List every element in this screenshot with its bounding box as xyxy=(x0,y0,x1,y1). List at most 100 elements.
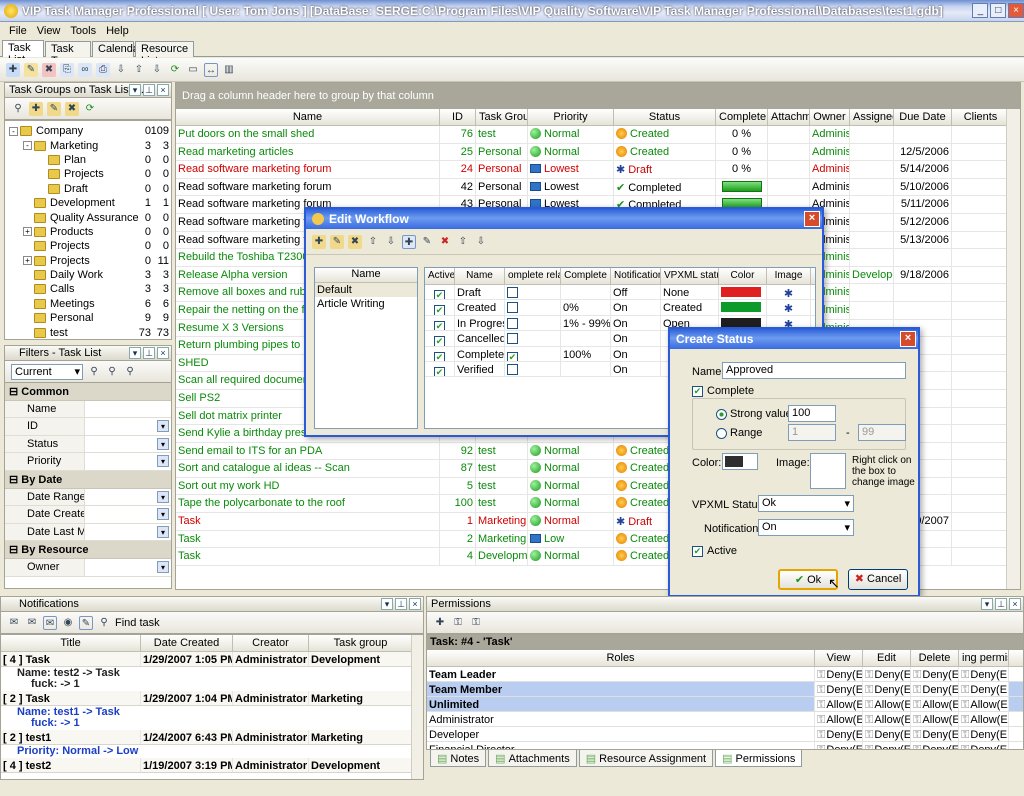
filter-row-value[interactable]: ▾ xyxy=(85,453,171,470)
grid-col-due-date[interactable]: Due Date xyxy=(894,109,952,125)
related-check-icon[interactable] xyxy=(507,363,518,375)
cancel-button[interactable]: ✖ Cancel xyxy=(848,569,908,590)
perm-value[interactable]: ⚿Allow(E xyxy=(959,712,1009,726)
perm-value[interactable]: ⚿Deny(E xyxy=(911,742,959,749)
status-image-box[interactable] xyxy=(810,453,846,489)
wf-related[interactable] xyxy=(505,300,561,315)
tab-permissions[interactable]: ▤ Permissions xyxy=(715,750,803,767)
group-filter-icon[interactable]: ⚲ xyxy=(11,102,25,116)
wf-active[interactable]: ✔ xyxy=(425,285,455,300)
filter-row[interactable]: Date Created ▾ xyxy=(5,506,171,524)
perm-value[interactable]: ⚿Deny(E xyxy=(959,727,1009,741)
related-check-icon[interactable] xyxy=(507,333,518,345)
range-to-input[interactable]: 99 xyxy=(858,424,906,441)
active-checkbox[interactable]: ✔ Active xyxy=(692,545,737,557)
perm-value[interactable]: ⚿Deny(E xyxy=(863,667,911,681)
edit-task-icon[interactable]: ✎ xyxy=(24,62,38,77)
permission-row[interactable]: Team Leader ⚿Deny(E ⚿Deny(E ⚿Deny(E ⚿Deny(E xyxy=(427,667,1023,682)
tab-task-list[interactable]: Task List xyxy=(2,40,44,66)
vpxml-select[interactable]: Ok ▾ xyxy=(758,495,854,512)
filters-close-icon[interactable]: × xyxy=(157,347,169,359)
active-check-icon[interactable]: ✔ xyxy=(434,351,445,361)
add-status-icon[interactable]: ✚ xyxy=(402,234,416,249)
tree-item[interactable]: - Marketing 3 3 xyxy=(5,138,171,152)
perm-col[interactable]: View xyxy=(815,650,863,666)
perm-value[interactable]: ⚿Deny(E xyxy=(815,727,863,741)
grid-col-complete[interactable]: Complete xyxy=(716,109,768,125)
find-task-icon[interactable]: ⚲ xyxy=(97,616,111,630)
strong-value-radio[interactable]: Strong value xyxy=(716,408,792,420)
notification-row[interactable]: [ 4 ] Task 1/29/2007 1:05 PM Administrator… xyxy=(1,652,423,667)
grid-col-name[interactable]: Name xyxy=(176,109,440,125)
filter-dropdown-icon[interactable]: ▾ xyxy=(157,490,169,503)
perm-value[interactable]: ⚿Deny(E xyxy=(911,667,959,681)
filter-row-value[interactable]: ▾ xyxy=(85,489,171,506)
apply-filter-icon[interactable]: ⚲ xyxy=(87,365,101,379)
active-check-icon[interactable]: ✔ xyxy=(434,320,445,331)
table-row[interactable]: Read software marketing forum 24 Personal L… xyxy=(176,161,1020,179)
filter-dropdown-icon[interactable]: ▾ xyxy=(157,420,169,433)
edit-group-icon[interactable]: ✎ xyxy=(47,101,61,116)
clear-filter-icon[interactable]: ⚲ xyxy=(123,365,137,379)
filter-row[interactable]: Date Last Moc ▾ xyxy=(5,523,171,542)
refresh-icon[interactable]: ⟳ xyxy=(168,63,182,77)
perm-col[interactable]: ing permiss xyxy=(959,650,1009,666)
expander-icon[interactable]: + xyxy=(23,227,32,237)
menu-help[interactable]: Help xyxy=(101,25,134,37)
wf-col[interactable]: Active xyxy=(425,268,455,284)
workflow-status-row[interactable]: ✔ Draft Off None ✱ xyxy=(425,285,815,301)
perm-value[interactable]: ⚿Deny(E xyxy=(911,682,959,696)
filter-row-value[interactable]: ▾ xyxy=(85,418,171,435)
view-notif-icon[interactable]: ◉ xyxy=(61,616,75,630)
workflow-status-row[interactable]: ✔ Created 0% On Created ✱ xyxy=(425,300,815,316)
wf-active[interactable]: ✔ xyxy=(425,346,455,361)
active-check-icon[interactable]: ✔ xyxy=(434,366,445,377)
edit-workflow-close-icon[interactable]: × xyxy=(804,211,820,227)
range-radio[interactable]: Range xyxy=(716,427,762,439)
notif-col[interactable]: Creator xyxy=(233,635,309,651)
mark-read-icon[interactable]: ✉ xyxy=(7,616,21,630)
wf-related[interactable] xyxy=(505,285,561,300)
filter-row-value[interactable]: ▾ xyxy=(85,559,171,576)
tab-resource-list[interactable]: Resource List xyxy=(135,41,194,67)
wf-col[interactable]: Complete xyxy=(561,268,611,284)
table-row[interactable]: Read software marketing forum 42 Personal L… xyxy=(176,178,1020,197)
panel-close-icon[interactable]: × xyxy=(157,84,169,96)
filter-icon[interactable]: ▭ xyxy=(186,63,200,77)
filters-pin-icon[interactable]: ⊥ xyxy=(143,347,155,359)
delete-group-icon[interactable]: ✖ xyxy=(65,101,79,116)
expander-icon[interactable]: - xyxy=(9,126,18,136)
tree-item[interactable]: Calls 3 3 xyxy=(5,282,171,296)
grid-col-owner[interactable]: Owner xyxy=(810,109,850,125)
delete-workflow-icon[interactable]: ✖ xyxy=(348,234,362,249)
filter-dropdown-icon[interactable]: ▾ xyxy=(157,508,169,521)
edit-filter-icon[interactable]: ⚲ xyxy=(105,365,119,379)
filter-dropdown-icon[interactable]: ▾ xyxy=(157,560,169,573)
wf-related[interactable] xyxy=(505,315,561,331)
wf-col[interactable]: omplete relate xyxy=(505,268,561,284)
expander-icon[interactable]: - xyxy=(23,141,32,151)
filter-row[interactable]: Priority ▾ xyxy=(5,453,171,471)
wf-active[interactable]: ✔ xyxy=(425,315,455,331)
grid-col-id[interactable]: ID xyxy=(440,109,476,125)
pin-icon[interactable]: ⊥ xyxy=(143,84,155,96)
filter-row[interactable]: ID ▾ xyxy=(5,418,171,436)
permission-row[interactable]: Team Member ⚿Deny(E ⚿Deny(E ⚿Deny(E ⚿Deny(E xyxy=(427,682,1023,697)
refresh-groups-icon[interactable]: ⟳ xyxy=(83,102,97,116)
find-task-button[interactable]: Find task xyxy=(115,617,160,629)
related-check-icon[interactable] xyxy=(507,317,518,329)
grid-col-status[interactable]: Status xyxy=(614,109,716,125)
complete-checkbox[interactable]: ✔ Complete xyxy=(692,385,754,397)
tree-item[interactable]: Plan 0 0 xyxy=(5,153,171,167)
filter-preset-select[interactable]: Current ▾ xyxy=(11,363,83,380)
edit-workflow-icon[interactable]: ✎ xyxy=(330,234,344,249)
notification-row[interactable]: [ 2 ] test1 1/24/2007 6:43 PM Administrato… xyxy=(1,730,423,745)
grid-col-clients[interactable]: Clients xyxy=(952,109,1010,125)
grid-scrollbar[interactable] xyxy=(1006,109,1020,589)
notification-row[interactable]: [ 2 ] Task 1/29/2007 1:04 PM Administrator… xyxy=(1,691,423,706)
workflow-up-icon[interactable]: ⇧ xyxy=(366,235,380,249)
move-down-icon[interactable]: ⇩ xyxy=(114,63,128,77)
move-up-icon[interactable]: ⇧ xyxy=(132,63,146,77)
perm-value[interactable]: ⚿Deny(E xyxy=(815,682,863,696)
tab-attachments[interactable]: ▤ Attachments xyxy=(488,750,577,767)
